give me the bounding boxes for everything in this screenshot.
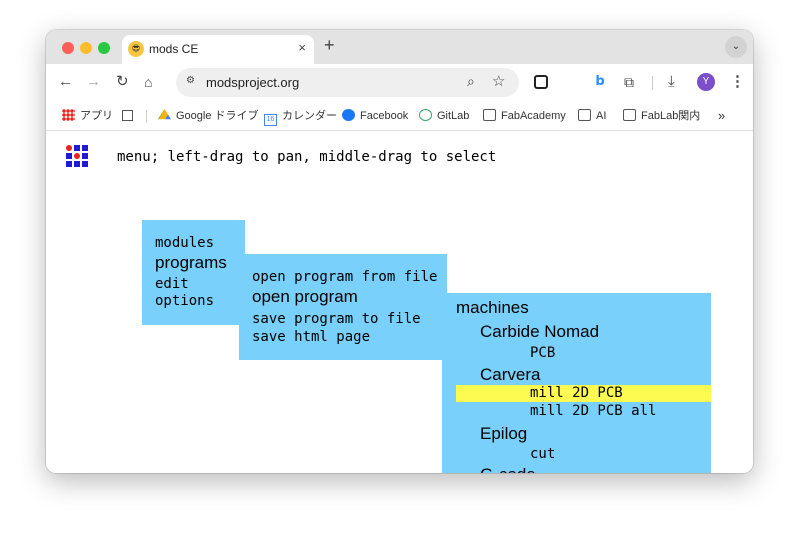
- close-icon[interactable]: ×: [298, 40, 306, 55]
- folder-icon: [578, 109, 591, 121]
- calendar-icon: 16: [264, 114, 277, 126]
- profile-avatar[interactable]: Y: [697, 73, 715, 91]
- bookmark-divider: [146, 110, 147, 123]
- menu-item-modules[interactable]: modules: [155, 235, 214, 251]
- menu-item-programs[interactable]: programs: [155, 253, 227, 273]
- logo-red-dot: [66, 145, 72, 151]
- bookmark-label: GitLab: [437, 110, 470, 122]
- logo-square: [74, 145, 80, 151]
- back-arrow-icon[interactable]: ←: [58, 73, 73, 91]
- close-window-button[interactable]: [62, 42, 74, 54]
- programs-submenu: open program from file open program save…: [239, 254, 447, 360]
- bookmark-label: Facebook: [360, 110, 409, 122]
- main-menu: modules programs edit options: [142, 220, 245, 325]
- square-extension-icon[interactable]: [534, 75, 548, 89]
- ublock-extension-icon[interactable]: U: [563, 74, 579, 90]
- minimize-window-button[interactable]: [80, 42, 92, 54]
- bookmark-star-icon[interactable]: ☆: [492, 72, 505, 90]
- bookmark-gitlab[interactable]: GitLab: [419, 108, 469, 124]
- bookmark-label: アプリ: [80, 110, 113, 122]
- bookmarks-overflow-button[interactable]: »: [718, 108, 725, 124]
- ublock-letter: U: [567, 76, 575, 87]
- home-icon[interactable]: ⌂: [144, 73, 152, 91]
- bookmark-calendar[interactable]: 16 カレンダー: [264, 108, 337, 126]
- logo-square: [82, 153, 88, 159]
- bookmark-facebook[interactable]: Facebook: [342, 108, 408, 124]
- machine-group-epilog[interactable]: Epilog: [480, 424, 527, 444]
- tab-strip: 😎 mods CE × + ⌄: [46, 30, 753, 64]
- machines-submenu: machines Carbide Nomad PCB Carvera mill …: [442, 293, 711, 473]
- bookmark-label: カレンダー: [282, 110, 337, 122]
- bing-extension-icon[interactable]: b: [592, 74, 608, 90]
- bookmark-fabacademy[interactable]: FabAcademy: [483, 108, 566, 124]
- puzzle-extensions-icon[interactable]: ⧉: [624, 73, 634, 91]
- reload-icon[interactable]: ↻: [116, 73, 129, 91]
- bookmark-google-drive[interactable]: Google ドライブ: [158, 108, 259, 124]
- address-bar[interactable]: ⚙ modsproject.org ⌕ ☆: [176, 68, 519, 97]
- menu-item-mill-2d-pcb[interactable]: mill 2D PCB: [530, 385, 623, 401]
- mods-canvas[interactable]: menu; left-drag to pan, middle-drag to s…: [46, 131, 753, 473]
- browser-window: 😎 mods CE × + ⌄ ← → ↻ ⌂ ⚙ modsproject.or…: [46, 30, 753, 473]
- site-settings-icon[interactable]: ⚙: [186, 75, 200, 89]
- menu-item-save-html-page[interactable]: save html page: [252, 329, 370, 345]
- logo-square: [66, 161, 72, 167]
- toolbar-divider: [652, 76, 653, 90]
- gitlab-icon: [419, 109, 432, 121]
- menu-item-open-program[interactable]: open program: [252, 287, 358, 307]
- grid-squares-icon: [122, 110, 133, 121]
- bing-letter: b: [595, 74, 605, 89]
- machine-group-carbide-nomad[interactable]: Carbide Nomad: [480, 322, 599, 342]
- menu-item-epilog-cut[interactable]: cut: [530, 446, 555, 462]
- menu-item-edit[interactable]: edit: [155, 276, 189, 292]
- tab-title: mods CE: [149, 42, 199, 56]
- zoom-magnifier-icon[interactable]: ⌕: [467, 73, 475, 90]
- bookmark-apps[interactable]: アプリ: [62, 108, 113, 124]
- canvas-hint-text: menu; left-drag to pan, middle-drag to s…: [117, 149, 497, 165]
- bookmark-fablab-kannai[interactable]: FabLab関内: [623, 108, 700, 124]
- machine-group-g-code[interactable]: G-code: [480, 465, 536, 473]
- download-icon[interactable]: ⤓: [668, 73, 675, 91]
- bookmarks-bar: アプリ Google ドライブ 16 カレンダー Facebook GitLab …: [46, 102, 753, 131]
- menu-item-options[interactable]: options: [155, 293, 214, 309]
- google-drive-icon: [158, 109, 171, 120]
- menu-item-carbide-pcb[interactable]: PCB: [530, 345, 555, 361]
- logo-square: [74, 161, 80, 167]
- menu-item-open-program-from-file[interactable]: open program from file: [252, 269, 437, 285]
- logo-square: [66, 153, 72, 159]
- kebab-menu-icon[interactable]: ⋮: [730, 73, 745, 91]
- bookmark-label: FabAcademy: [501, 110, 566, 122]
- maximize-window-button[interactable]: [98, 42, 110, 54]
- logo-square: [82, 161, 88, 167]
- tab-mods-ce[interactable]: 😎 mods CE ×: [122, 35, 314, 64]
- facebook-icon: [342, 109, 355, 121]
- bookmark-label: AI: [596, 110, 607, 122]
- menu-heading-machines: machines: [456, 298, 529, 317]
- machine-group-carvera[interactable]: Carvera: [480, 365, 540, 385]
- sunglasses-face-icon: 😎: [128, 41, 144, 57]
- folder-icon: [483, 109, 496, 121]
- menu-item-save-program-to-file[interactable]: save program to file: [252, 311, 421, 327]
- url-text[interactable]: modsproject.org: [206, 75, 299, 90]
- tab-groups-icon[interactable]: [122, 108, 138, 124]
- mods-logo-icon[interactable]: [66, 145, 94, 173]
- folder-icon: [623, 109, 636, 121]
- menu-item-mill-2d-pcb-all[interactable]: mill 2D PCB all: [530, 403, 656, 419]
- forward-arrow-icon[interactable]: →: [86, 73, 101, 91]
- bookmark-ai[interactable]: AI: [578, 108, 606, 124]
- apps-grid-icon: [62, 109, 75, 121]
- tab-search-chevron-icon[interactable]: ⌄: [725, 36, 747, 58]
- bookmark-label: Google ドライブ: [176, 110, 259, 122]
- logo-red-dot: [74, 153, 80, 159]
- bookmark-label: FabLab関内: [641, 110, 701, 122]
- logo-square: [82, 145, 88, 151]
- browser-toolbar: ← → ↻ ⌂ ⚙ modsproject.org ⌕ ☆ U b ⧉ ⤓ Y …: [46, 64, 753, 102]
- new-tab-button[interactable]: +: [324, 36, 335, 54]
